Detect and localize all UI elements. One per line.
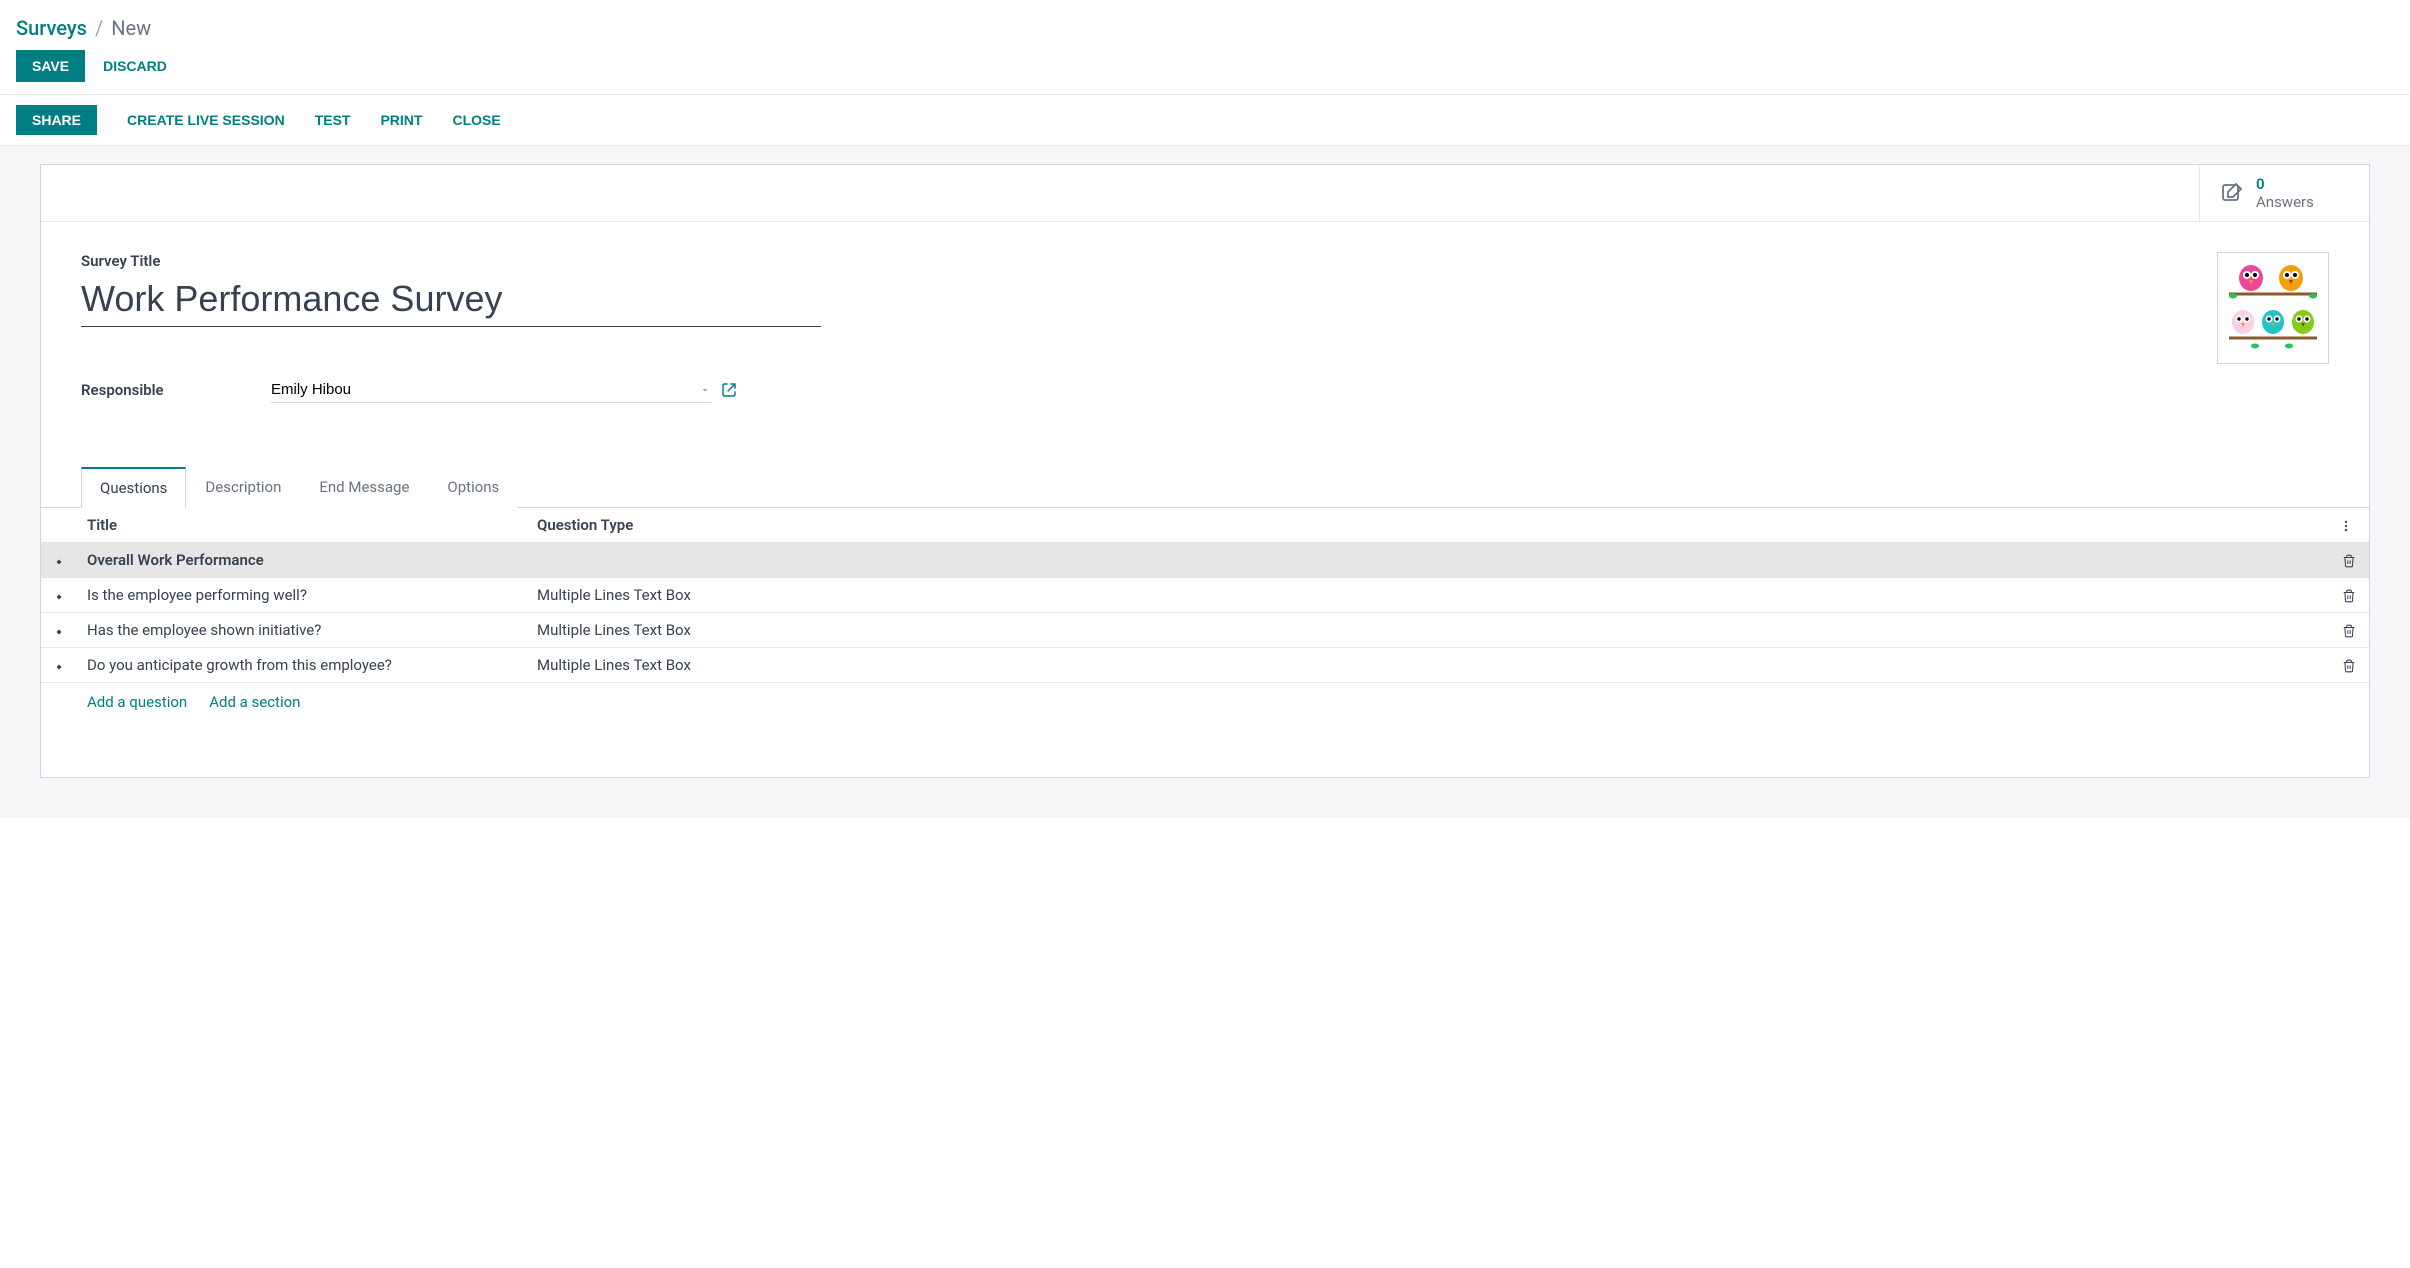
table-row[interactable]: Has the employee shown initiative?Multip… — [41, 613, 2369, 648]
drag-handle[interactable] — [41, 648, 77, 683]
add-question-link[interactable]: Add a question — [87, 693, 187, 711]
breadcrumb: Surveys / New — [0, 0, 2410, 50]
row-title: Is the employee performing well? — [77, 578, 527, 613]
tab-description[interactable]: Description — [186, 467, 300, 508]
delete-row-button[interactable] — [2329, 648, 2369, 683]
delete-row-button[interactable] — [2329, 613, 2369, 648]
owls-image-icon — [2225, 260, 2321, 356]
delete-row-button[interactable] — [2329, 543, 2369, 578]
row-type: Multiple Lines Text Box — [527, 578, 2329, 613]
form-sheet: 0 Answers Survey Title — [40, 164, 2370, 778]
survey-image-thumbnail[interactable] — [2217, 252, 2329, 364]
col-question-type: Question Type — [527, 508, 2329, 543]
trash-icon — [2342, 659, 2356, 673]
row-title: Overall Work Performance — [77, 543, 527, 578]
table-row[interactable]: Is the employee performing well?Multiple… — [41, 578, 2369, 613]
table-section-row[interactable]: Overall Work Performance — [41, 543, 2369, 578]
drag-handle[interactable] — [41, 578, 77, 613]
drag-handle-icon — [53, 589, 65, 603]
trash-icon — [2342, 554, 2356, 568]
tab-options[interactable]: Options — [428, 467, 518, 508]
add-section-link[interactable]: Add a section — [209, 693, 300, 711]
delete-row-button[interactable] — [2329, 578, 2369, 613]
discard-button[interactable]: DISCARD — [103, 58, 167, 74]
breadcrumb-sep: / — [95, 16, 103, 40]
kebab-icon — [2339, 519, 2353, 533]
tab-end-message[interactable]: End Message — [300, 467, 428, 508]
drag-handle[interactable] — [41, 613, 77, 648]
row-type: Multiple Lines Text Box — [527, 613, 2329, 648]
row-title: Has the employee shown initiative? — [77, 613, 527, 648]
primary-actions: SAVE DISCARD — [0, 50, 2410, 94]
breadcrumb-root[interactable]: Surveys — [16, 16, 87, 40]
responsible-input[interactable] — [271, 377, 711, 403]
tab-questions[interactable]: Questions — [81, 467, 186, 508]
row-type: Multiple Lines Text Box — [527, 648, 2329, 683]
save-button[interactable]: SAVE — [16, 50, 85, 82]
answers-count: 0 — [2256, 175, 2314, 193]
drag-handle[interactable] — [41, 543, 77, 578]
col-title: Title — [77, 508, 527, 543]
print-button[interactable]: PRINT — [380, 112, 422, 128]
trash-icon — [2342, 624, 2356, 638]
responsible-label: Responsible — [81, 381, 271, 399]
row-type — [527, 543, 2329, 578]
drag-handle-icon — [53, 659, 65, 673]
table-options-button[interactable] — [2329, 508, 2369, 543]
table-row[interactable]: Do you anticipate growth from this emplo… — [41, 648, 2369, 683]
drag-handle-icon — [53, 624, 65, 638]
questions-table: Title Question Type Overall Work Perform… — [41, 508, 2369, 683]
trash-icon — [2342, 589, 2356, 603]
test-button[interactable]: TEST — [315, 112, 351, 128]
external-link-icon[interactable] — [721, 382, 737, 398]
secondary-actions: SHARE CREATE LIVE SESSION TEST PRINT CLO… — [0, 95, 2410, 145]
create-live-session-button[interactable]: CREATE LIVE SESSION — [127, 112, 285, 128]
survey-title-input[interactable] — [81, 276, 821, 327]
share-button[interactable]: SHARE — [16, 105, 97, 135]
row-title: Do you anticipate growth from this emplo… — [77, 648, 527, 683]
answers-label: Answers — [2256, 193, 2314, 211]
close-button[interactable]: CLOSE — [452, 112, 500, 128]
edit-note-icon — [2220, 181, 2244, 205]
tabs: Questions Description End Message Option… — [41, 467, 2369, 508]
answers-stat-button[interactable]: 0 Answers — [2199, 165, 2369, 221]
drag-handle-icon — [53, 554, 65, 568]
breadcrumb-current: New — [111, 16, 151, 40]
survey-title-label: Survey Title — [81, 252, 2329, 270]
